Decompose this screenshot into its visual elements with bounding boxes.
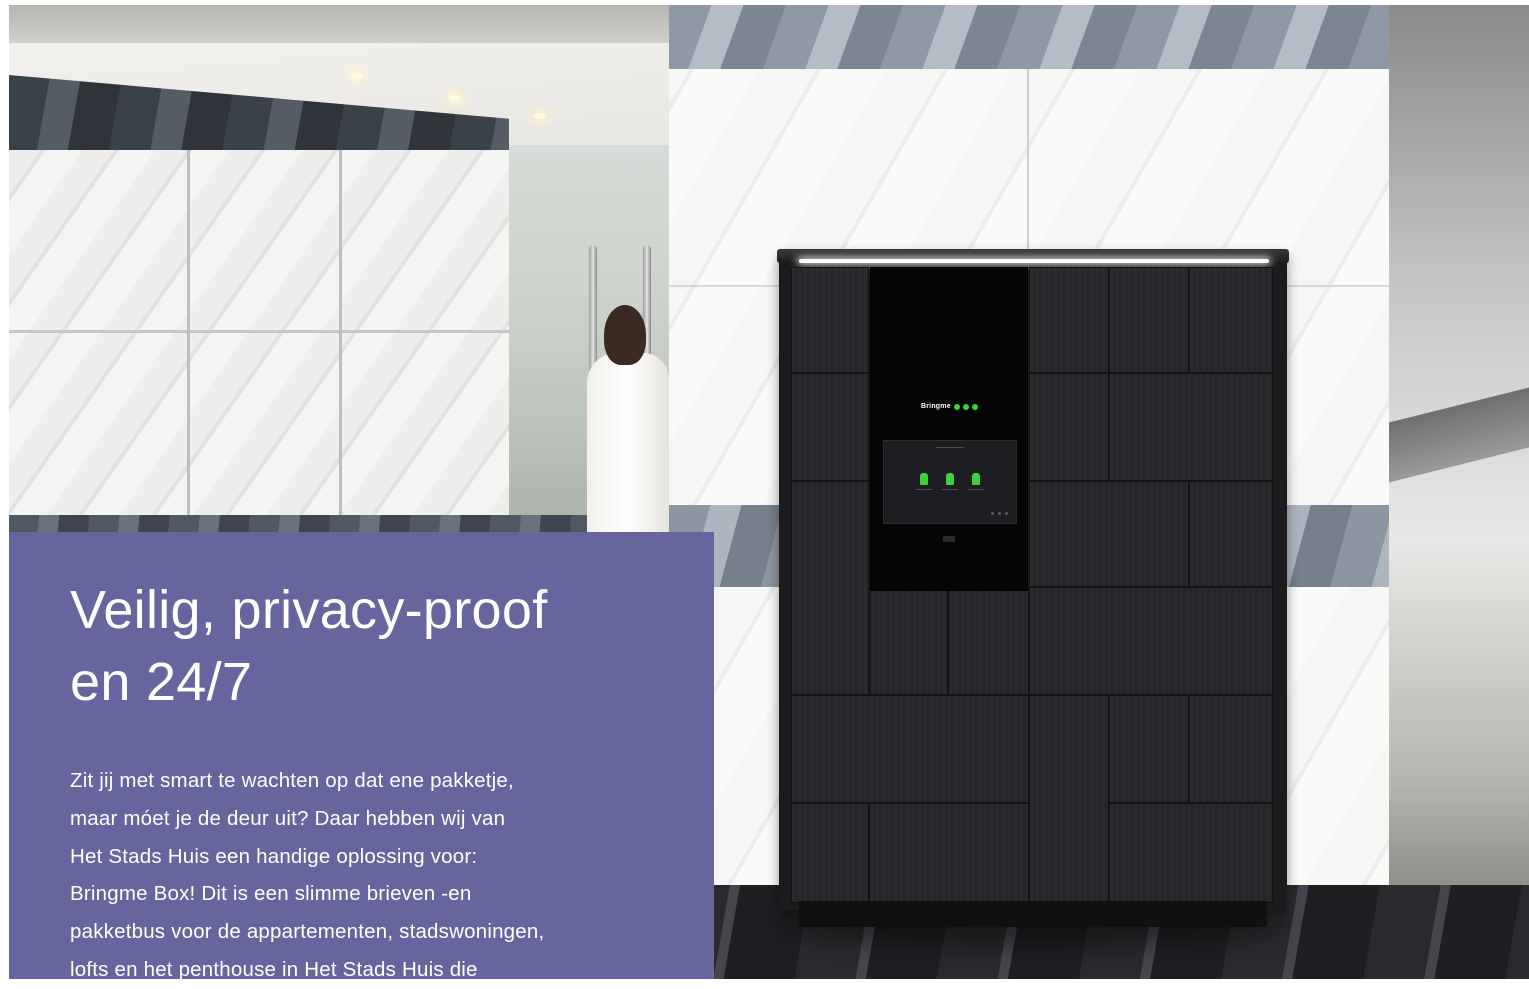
locker-door xyxy=(1029,481,1189,587)
intro-paragraph: Zit jij met smart te wachten op dat ene … xyxy=(70,762,654,989)
brand-dot xyxy=(971,403,978,410)
person-icon xyxy=(946,473,954,485)
locker-brand-logo: Bringme xyxy=(921,403,978,410)
screen-label-line xyxy=(968,489,984,490)
paragraph-line: pakketbus voor de appartementen, stadswo… xyxy=(70,920,545,944)
locker-door xyxy=(870,589,948,695)
parcel-icon xyxy=(972,473,980,485)
locker-door xyxy=(1109,803,1273,903)
locker-door xyxy=(791,481,869,695)
locker-door xyxy=(1109,267,1189,373)
locker-door xyxy=(791,267,869,373)
locker-touch-screen xyxy=(883,440,1017,524)
locker-door xyxy=(1189,481,1273,587)
locker-scanner xyxy=(943,536,955,542)
parcel-locker: Bringme xyxy=(777,249,1289,927)
brand-dot xyxy=(962,403,969,410)
person-icon xyxy=(920,473,928,485)
locker-door xyxy=(869,803,1029,903)
screen-label-line xyxy=(942,489,958,490)
locker-screen-panel: Bringme xyxy=(870,267,1028,591)
paragraph-line: Bringme Box! Dit is een slimme brieven -… xyxy=(70,882,472,906)
locker-door xyxy=(1109,695,1189,803)
locker-door xyxy=(1029,373,1109,481)
column-top-band xyxy=(669,5,1389,69)
locker-door xyxy=(791,695,1029,803)
paragraph-line: Het Stads Huis een handige oplossing voo… xyxy=(70,844,478,868)
marble-wall-left xyxy=(9,150,509,520)
person-figure xyxy=(587,353,669,538)
ceiling-light xyxy=(351,73,363,79)
heading-line-2: en 24/7 xyxy=(70,652,253,712)
screen-dots xyxy=(991,512,1008,515)
locker-door xyxy=(791,373,869,481)
brand-dot xyxy=(953,403,960,410)
locker-door xyxy=(1029,587,1273,695)
person-hair xyxy=(604,305,646,365)
interior-right xyxy=(1389,5,1529,979)
locker-door xyxy=(791,803,869,903)
locker-door xyxy=(1189,267,1273,373)
locker-brand-text: Bringme xyxy=(921,403,951,410)
locker-door xyxy=(1029,695,1109,903)
locker-door xyxy=(1029,267,1109,373)
locker-door xyxy=(1189,695,1273,803)
paragraph-line: lofts en het penthouse in Het Stads Huis… xyxy=(70,957,478,981)
heading-line-1: Veilig, privacy-proof xyxy=(70,580,548,640)
locker-base xyxy=(799,901,1267,927)
paragraph-line: maar móet je de deur uit? Daar hebben wi… xyxy=(70,806,506,830)
text-card: Veilig, privacy-proof en 24/7 Zit jij me… xyxy=(9,532,714,981)
locker-door xyxy=(1109,373,1273,481)
paragraph-line: Zit jij met smart te wachten op dat ene … xyxy=(70,769,514,792)
ceiling-light xyxy=(449,95,461,101)
locker-light-strip xyxy=(799,259,1269,263)
ceiling-light xyxy=(534,113,546,119)
screen-header-line xyxy=(936,447,964,448)
page-heading: Veilig, privacy-proof en 24/7 xyxy=(70,574,654,718)
locker-door xyxy=(948,589,1029,695)
screen-label-line xyxy=(916,489,932,490)
